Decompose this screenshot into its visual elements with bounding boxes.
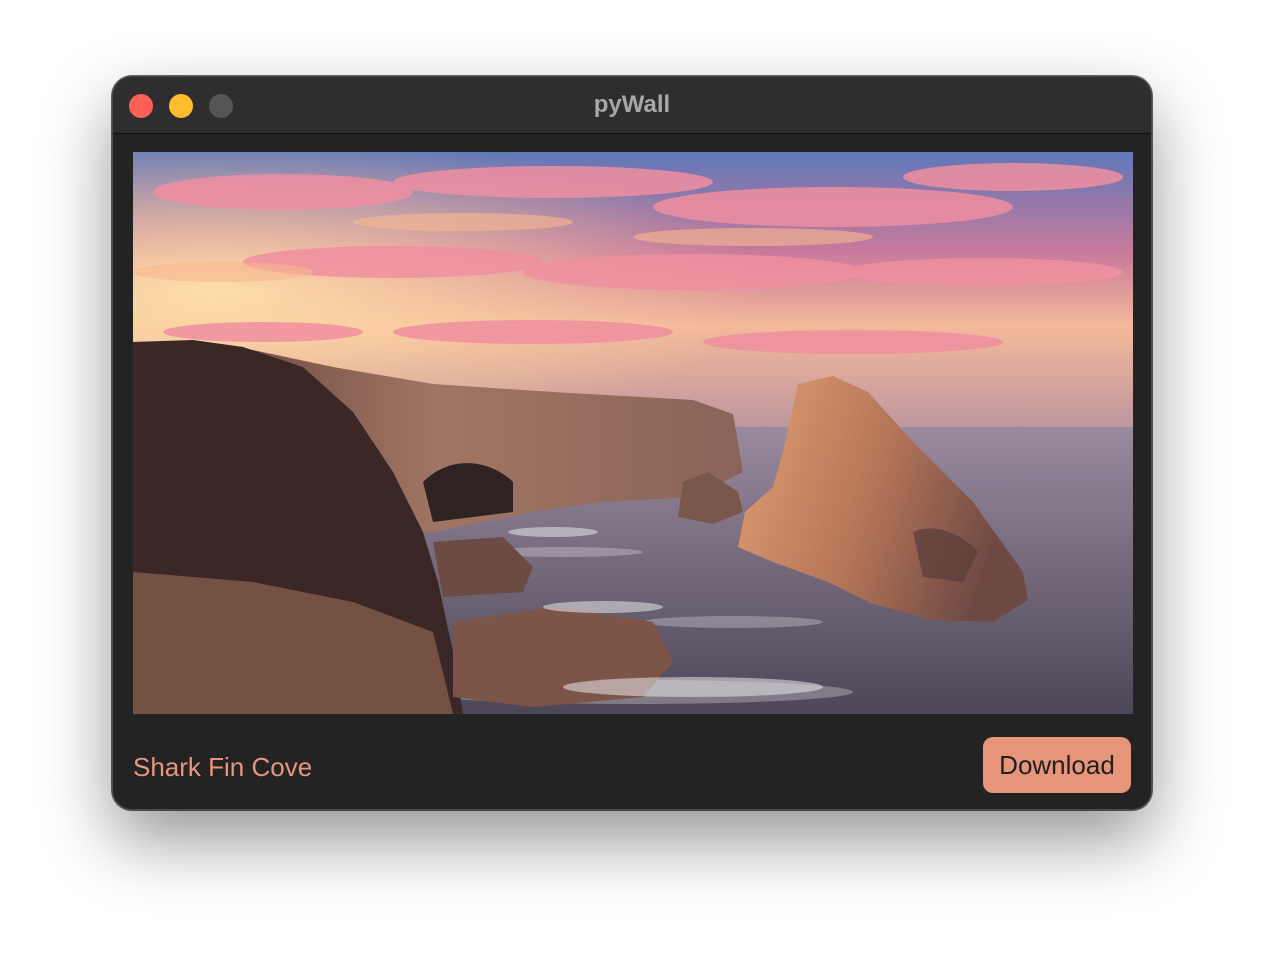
download-button[interactable]: Download — [983, 737, 1131, 793]
title-bar[interactable]: pyWall — [113, 77, 1151, 134]
window-title: pyWall — [593, 91, 671, 118]
wallpaper-illustration — [133, 152, 1133, 714]
main-content: Shark Fin Cove Download — [113, 134, 1151, 809]
app-window: pyWall Shark Fin Cove Download — [112, 76, 1152, 810]
wallpaper-preview-image — [133, 152, 1133, 714]
wallpaper-caption: Shark Fin Cove — [133, 752, 313, 782]
